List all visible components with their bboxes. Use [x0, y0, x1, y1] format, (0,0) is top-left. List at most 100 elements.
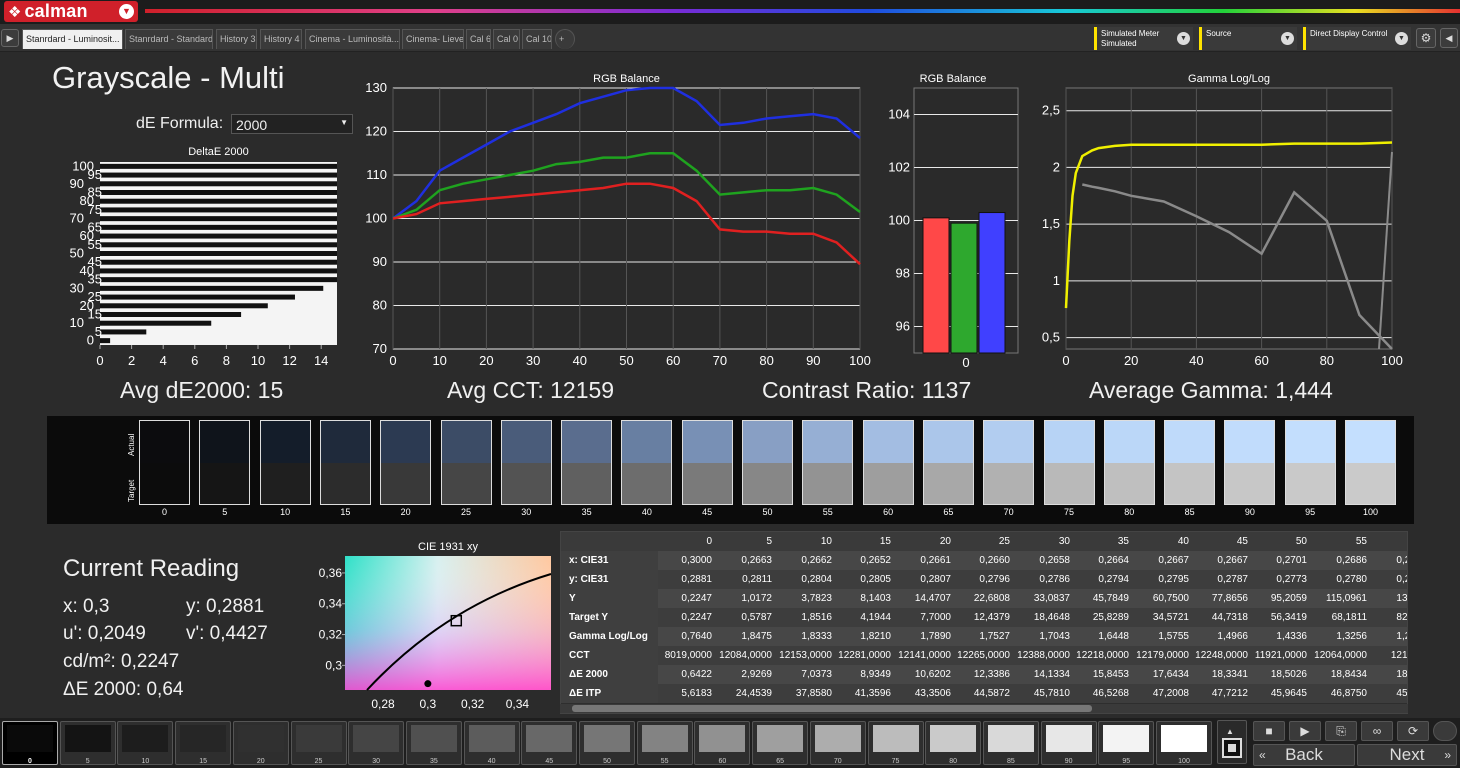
swatch-label: 5 [222, 507, 228, 517]
bar-20 [100, 303, 268, 309]
chevron-down-icon[interactable]: ▼ [1177, 32, 1190, 45]
patch-85[interactable]: 85 [982, 721, 1039, 765]
tab-3[interactable]: History 4 [260, 29, 302, 49]
data-table: 051015202530354045505560x: CIE310,30000,… [560, 531, 1408, 714]
patch-95[interactable]: 95 [1098, 721, 1155, 765]
patch-50[interactable]: 50 [579, 721, 635, 765]
table-cell: 1,8210 [835, 627, 894, 646]
y-tick-label: 0,5 [1042, 330, 1060, 345]
tab-4[interactable]: Cinema - Luminosità... [305, 29, 400, 49]
gear-icon[interactable]: ⚙ [1416, 28, 1436, 48]
patch-75[interactable]: 75 [867, 721, 924, 765]
patch-70[interactable]: 70 [809, 721, 866, 765]
scrollbar-thumb[interactable] [572, 705, 1092, 712]
patch-5[interactable]: 5 [59, 721, 116, 765]
patch-label: 30 [372, 758, 381, 765]
refresh-icon[interactable]: ⟳ [1397, 721, 1429, 741]
tab-7[interactable]: Cal 0 [493, 29, 520, 49]
patch-20[interactable]: 20 [232, 721, 289, 765]
play-icon[interactable]: ▶ [1, 29, 19, 47]
forward-icon: » [1444, 748, 1451, 762]
rgb-balance-line-chart: RGB Balance 70 80 90 100 110 120 130 0 10 20 30 40 50… [365, 73, 871, 368]
patch-25[interactable]: 25 [290, 721, 347, 765]
patch-100[interactable]: 100 [1156, 721, 1212, 765]
back-button[interactable]: « Back [1253, 744, 1355, 766]
next-label: Next [1389, 745, 1425, 764]
x-tick-label: 100 [1381, 353, 1403, 368]
table-cell: 18,915 [1370, 665, 1407, 684]
save-icon[interactable]: ⎘ [1325, 721, 1357, 741]
patch-60[interactable]: 60 [694, 721, 751, 765]
table-cell: 12064,0000 [1310, 646, 1370, 665]
table-scrollbar[interactable] [560, 704, 1408, 713]
y-tick-label: 5 [95, 324, 102, 339]
swatch-label: 0 [161, 507, 167, 517]
table-cell: 0,2804 [775, 570, 835, 589]
swatch-25 [440, 420, 492, 505]
patch-65[interactable]: 65 [752, 721, 809, 765]
collapse-icon[interactable]: ◀ [1440, 28, 1458, 48]
patch-0[interactable]: 0 [2, 721, 58, 765]
tab-0[interactable]: Stanrdard - Luminosit... [22, 29, 123, 49]
chart-title: RGB Balance [920, 73, 987, 85]
patch-color [699, 725, 746, 752]
bar-15 [100, 312, 242, 317]
y-tick-label: 1 [1053, 273, 1060, 288]
swatch-15 [319, 420, 371, 505]
row-label: ΔE ITP [561, 684, 658, 703]
next-button[interactable]: Next » [1357, 744, 1457, 766]
stop-icon[interactable]: ■ [1253, 721, 1285, 741]
source-select[interactable]: Source ▼ [1199, 27, 1297, 50]
table-cell: 0,2796 [954, 570, 1013, 589]
tab-5[interactable]: Cinema- Lieve [402, 29, 464, 49]
table-cell: 10,6202 [894, 665, 954, 684]
patch-label: 0 [28, 758, 32, 765]
patch-10[interactable]: 10 [117, 721, 174, 765]
table-cell: 1,0172 [715, 589, 775, 608]
chevron-down-icon[interactable]: ▼ [1395, 32, 1408, 45]
y-tick-label: 120 [365, 124, 387, 139]
patch-40[interactable]: 40 [463, 721, 520, 765]
play-icon[interactable]: ▶ [1289, 721, 1321, 741]
grayscale-swatch-strip: Actual Target 0 5 10 15 20 25 30 35 40 45 50 55 60 65… [47, 416, 1414, 524]
table-row: ΔE 2000 0,6422 2,9269 7,0373 8,9349 10,6202 12… [561, 665, 1407, 684]
swatch-target [803, 462, 853, 504]
ddc-label: Direct Display Control [1310, 29, 1388, 38]
table-row: Target Y 0,2247 0,5787 1,8516 4,1944 7,7000 12… [561, 608, 1407, 627]
swatch-actual [622, 421, 672, 463]
tab-2[interactable]: History 3 [216, 29, 257, 49]
tab-1[interactable]: Stanrdard - Standard [125, 29, 213, 49]
patch-30[interactable]: 30 [348, 721, 405, 765]
patch-35[interactable]: 35 [405, 721, 462, 765]
y-tick-label: 10 [70, 315, 84, 330]
swatch-actual [743, 421, 792, 463]
patch-90[interactable]: 90 [1040, 721, 1097, 765]
x-tick-label: 0 [96, 353, 103, 368]
record-icon[interactable] [1433, 721, 1457, 741]
calman-logo[interactable]: ❖ calman ▼ [4, 1, 138, 22]
row-label: y: CIE31 [561, 570, 658, 589]
patch-45[interactable]: 45 [521, 721, 578, 765]
meter-select[interactable]: Simulated Meter Simulated ▼ [1094, 27, 1193, 50]
table-cell: 34,5721 [1132, 608, 1192, 627]
patch-80[interactable]: 80 [925, 721, 982, 765]
ddc-select[interactable]: Direct Display Control ▼ [1303, 27, 1411, 50]
tab-8[interactable]: Cal 10 [522, 29, 552, 49]
patch-15[interactable]: 15 [175, 721, 232, 765]
table-cell: 8,9349 [835, 665, 894, 684]
tab-6[interactable]: Cal 6 [466, 29, 491, 49]
patch-55[interactable]: 55 [636, 721, 693, 765]
chevron-down-icon[interactable]: ▼ [119, 4, 134, 19]
patch-label: 40 [487, 758, 496, 765]
reading-x: x: 0,3 [63, 596, 110, 617]
table-header: 5 [715, 532, 775, 551]
patch-color [526, 725, 573, 752]
loop-icon[interactable]: ∞ [1361, 721, 1393, 741]
table-cell: 0,2652 [835, 551, 894, 570]
table-cell: 82,644 [1370, 608, 1407, 627]
add-tab-icon[interactable]: + [555, 29, 575, 49]
stop-patch-icon[interactable] [1222, 738, 1242, 758]
table-cell: 0,2786 [1013, 570, 1073, 589]
de-formula-select[interactable]: 2000 ▼ [231, 114, 353, 134]
chevron-down-icon[interactable]: ▼ [1281, 32, 1294, 45]
